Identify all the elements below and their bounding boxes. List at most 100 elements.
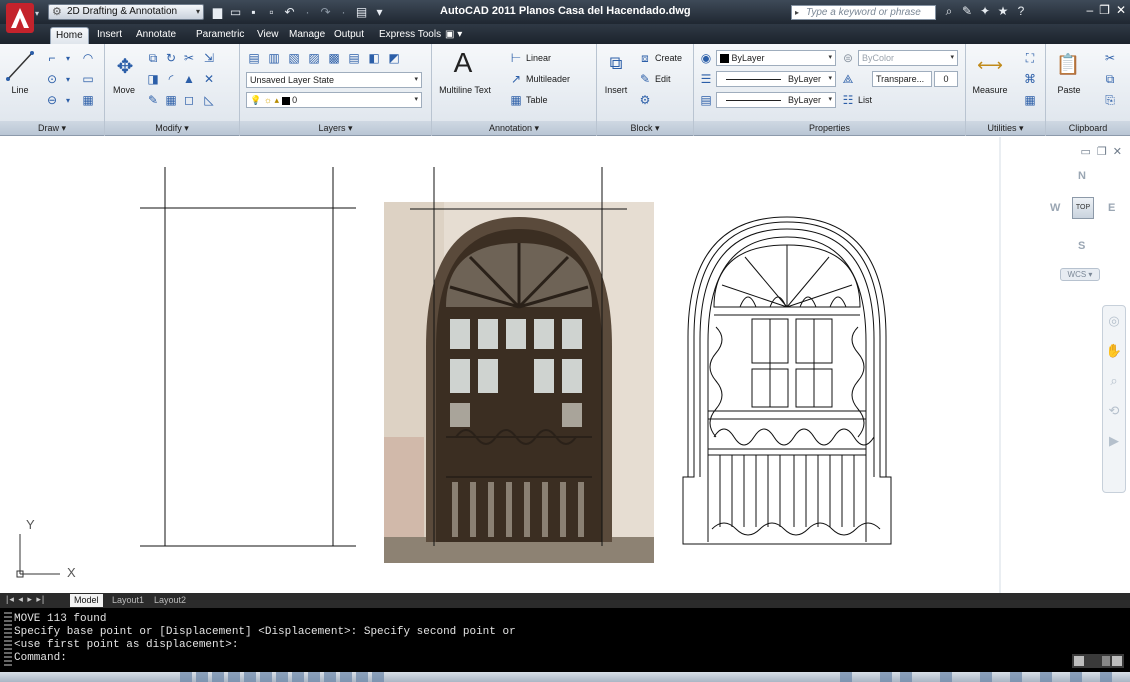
attribute-icon[interactable]: ⚙ bbox=[637, 92, 653, 108]
layer-freeze-icon[interactable]: ▤ bbox=[346, 50, 362, 66]
offset-icon[interactable]: ◻ bbox=[181, 92, 197, 108]
tab-express-tools[interactable]: Express Tools bbox=[374, 27, 446, 44]
tab-insert[interactable]: Insert bbox=[92, 27, 127, 44]
snap-mode-icon[interactable] bbox=[180, 672, 192, 682]
quick-properties-icon[interactable] bbox=[356, 672, 368, 682]
linear-dimension-label[interactable]: Linear bbox=[526, 53, 551, 63]
layer-isolate-icon[interactable]: ▨ bbox=[306, 50, 322, 66]
multiline-text-label[interactable]: Multiline Text bbox=[434, 85, 496, 95]
hardware-acceleration-icon[interactable] bbox=[1070, 672, 1082, 682]
polyline-dropdown-icon[interactable]: ▾ bbox=[60, 50, 76, 66]
hatch-icon[interactable]: ▦ bbox=[80, 92, 96, 108]
insert-label[interactable]: Insert bbox=[599, 85, 633, 95]
compass-west-label[interactable]: W bbox=[1050, 202, 1060, 214]
tab-manage[interactable]: Manage bbox=[284, 27, 330, 44]
search-input[interactable]: ▸ Type a keyword or phrase bbox=[791, 5, 936, 20]
linear-dimension-icon[interactable]: ⊢ bbox=[508, 50, 524, 66]
transparency-toggle-icon[interactable] bbox=[340, 672, 352, 682]
quick-view-layouts-icon[interactable] bbox=[880, 672, 892, 682]
save-icon[interactable]: ▪ bbox=[246, 5, 261, 20]
scroll-right-icon[interactable] bbox=[1112, 656, 1122, 666]
erase-icon[interactable]: ✎ bbox=[145, 92, 161, 108]
move-icon[interactable]: ✥ bbox=[113, 54, 137, 78]
lineweight-toggle-icon[interactable] bbox=[324, 672, 336, 682]
compass-east-label[interactable]: E bbox=[1108, 202, 1115, 214]
layer-select[interactable]: 💡 ☼ ▴ 0 ▾ bbox=[246, 92, 422, 108]
modify-panel-label[interactable]: Modify ▾ bbox=[105, 121, 239, 135]
line-button-label[interactable]: Line bbox=[0, 85, 40, 95]
clipboard-panel-label[interactable]: Clipboard bbox=[1046, 121, 1130, 135]
viewcube-top-face[interactable]: TOP bbox=[1072, 197, 1094, 219]
command-prompt[interactable]: Command: bbox=[14, 652, 67, 664]
customize-qat-icon[interactable]: ▾ bbox=[372, 5, 387, 20]
dynamic-input-icon[interactable] bbox=[308, 672, 320, 682]
new-file-icon[interactable]: ▆ bbox=[210, 5, 225, 20]
scroll-left-icon[interactable] bbox=[1074, 656, 1084, 666]
arc-icon[interactable]: ◠ bbox=[80, 50, 96, 66]
explode-icon[interactable]: ✕ bbox=[201, 71, 217, 87]
restore-icon[interactable]: ❐ bbox=[1099, 3, 1110, 17]
dynamic-ucs-icon[interactable] bbox=[292, 672, 304, 682]
chamfer-icon[interactable]: ◺ bbox=[201, 92, 217, 108]
tab-model[interactable]: Model bbox=[70, 594, 103, 607]
drawing-area[interactable]: Y X ▭ ❐ ✕ N W E S TOP WCS ▾ ◎ ✋ ⌕ ⟲ ▶ bbox=[0, 137, 1130, 593]
multileader-label[interactable]: Multileader bbox=[526, 74, 570, 84]
command-line-grip[interactable] bbox=[4, 612, 12, 668]
favorites-icon[interactable]: ★ bbox=[996, 4, 1010, 19]
annotation-panel-label[interactable]: Annotation ▾ bbox=[432, 121, 596, 135]
line-icon[interactable] bbox=[4, 49, 36, 83]
model-space-icon[interactable] bbox=[840, 672, 852, 682]
undo-icon[interactable]: ↶ bbox=[282, 5, 297, 20]
save-as-icon[interactable]: ▫ bbox=[264, 5, 279, 20]
scroll-thumb[interactable] bbox=[1102, 656, 1110, 666]
isolate-objects-icon[interactable] bbox=[1040, 672, 1052, 682]
paste-label[interactable]: Paste bbox=[1048, 85, 1090, 95]
draw-panel-label[interactable]: Draw ▾ bbox=[0, 121, 104, 135]
list-icon[interactable]: ☷ bbox=[840, 92, 856, 108]
clean-screen-icon[interactable] bbox=[1100, 672, 1112, 682]
workspace-selector[interactable]: ⚙ 2D Drafting & Annotation ▾ bbox=[48, 4, 204, 20]
utilities-panel-label[interactable]: Utilities ▾ bbox=[966, 121, 1045, 135]
close-viewport-icon[interactable]: ✕ bbox=[1113, 145, 1122, 158]
match-properties-icon[interactable]: ◉ bbox=[698, 50, 714, 66]
circle-dropdown-icon[interactable]: ▾ bbox=[60, 71, 76, 87]
open-file-icon[interactable]: ▭ bbox=[228, 5, 243, 20]
compass-north-label[interactable]: N bbox=[1078, 170, 1086, 182]
array-icon[interactable]: ▦ bbox=[163, 92, 179, 108]
lock-ui-icon[interactable] bbox=[1010, 672, 1022, 682]
edit-block-icon[interactable]: ✎ bbox=[637, 71, 653, 87]
minimize-viewport-icon[interactable]: ▭ bbox=[1081, 145, 1091, 158]
layer-unisolate-icon[interactable]: ▩ bbox=[326, 50, 342, 66]
viewcube[interactable]: N W E S TOP bbox=[1030, 162, 1120, 272]
tab-home[interactable]: Home bbox=[50, 27, 89, 44]
trim-icon[interactable]: ✂ bbox=[181, 50, 197, 66]
tab-view[interactable]: View bbox=[252, 27, 284, 44]
multileader-icon[interactable]: ↗ bbox=[508, 71, 524, 87]
subscription-center-icon[interactable]: ✎ bbox=[960, 4, 974, 19]
annotation-scale-icon[interactable] bbox=[940, 672, 952, 682]
ellipse-icon[interactable]: ⊖ bbox=[44, 92, 60, 108]
workspace-switching-icon[interactable] bbox=[980, 672, 992, 682]
tab-overflow-button[interactable]: ▣ ▾ bbox=[440, 27, 467, 44]
fillet-icon[interactable]: ◜ bbox=[163, 71, 179, 87]
minimize-icon[interactable]: – bbox=[1086, 3, 1093, 17]
redo-dropdown-icon[interactable]: · bbox=[336, 5, 351, 20]
copy-clip-icon[interactable]: ⧉ bbox=[1102, 71, 1118, 87]
help-icon[interactable]: ? bbox=[1014, 4, 1028, 19]
tab-annotate[interactable]: Annotate bbox=[131, 27, 181, 44]
pan-icon[interactable]: ✋ bbox=[1103, 336, 1125, 366]
edit-label[interactable]: Edit bbox=[655, 74, 671, 84]
polar-tracking-icon[interactable] bbox=[228, 672, 240, 682]
close-icon[interactable]: ✕ bbox=[1116, 3, 1126, 17]
layer-lock-icon[interactable]: ◩ bbox=[386, 50, 402, 66]
grid-display-icon[interactable] bbox=[196, 672, 208, 682]
selection-cycling-icon[interactable] bbox=[372, 672, 384, 682]
ortho-mode-icon[interactable] bbox=[212, 672, 224, 682]
object-snap-tracking-icon[interactable] bbox=[276, 672, 288, 682]
cut-icon[interactable]: ✂ bbox=[1102, 50, 1118, 66]
ellipse-dropdown-icon[interactable]: ▾ bbox=[60, 92, 76, 108]
move-button-label[interactable]: Move bbox=[105, 85, 143, 95]
application-menu-button[interactable] bbox=[6, 3, 34, 33]
circle-icon[interactable]: ⊙ bbox=[44, 71, 60, 87]
transparency-value-field[interactable]: 0 bbox=[934, 71, 958, 87]
